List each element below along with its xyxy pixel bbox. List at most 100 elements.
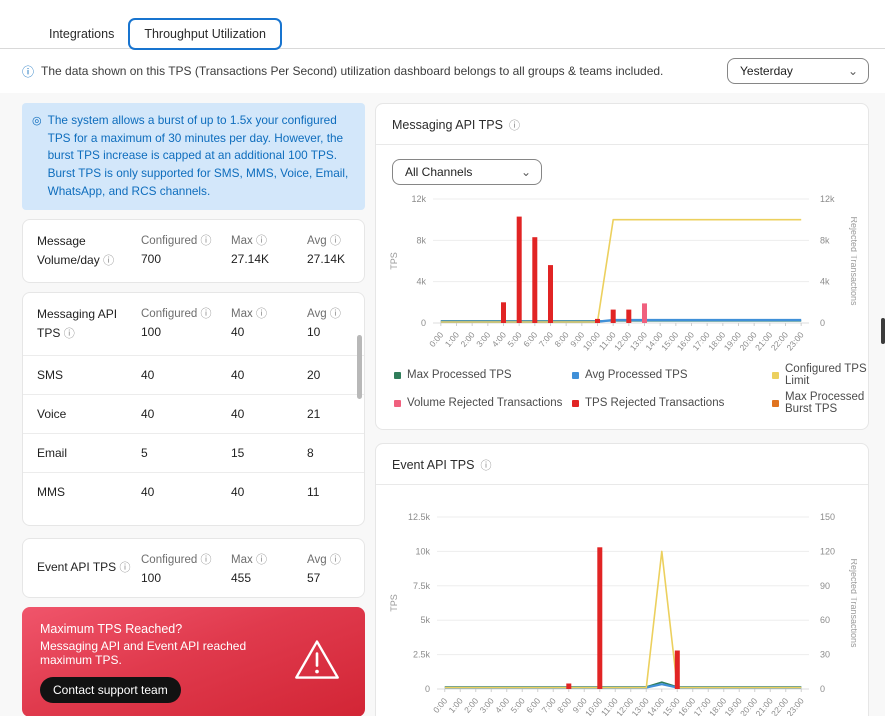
channel-row-voice: Voice 40 40 21 [23, 393, 364, 433]
svg-text:4:00: 4:00 [493, 696, 511, 715]
message-volume-card: Message Volume/day ⓘ Configured ⓘ 700 Ma… [22, 219, 365, 284]
info-icon[interactable]: ⓘ [120, 562, 131, 574]
legend-swatch-icon [772, 371, 779, 379]
chevron-down-icon: ⌄ [520, 165, 531, 179]
max-stat: Max ⓘ 40 [231, 305, 301, 343]
channel-select[interactable]: All Channels ⌄ [392, 159, 542, 185]
svg-text:5:00: 5:00 [508, 696, 526, 715]
svg-text:0: 0 [421, 318, 426, 328]
svg-text:4:00: 4:00 [490, 330, 508, 349]
info-icon: ◎ [32, 115, 42, 127]
svg-text:5k: 5k [420, 615, 430, 625]
charts-panel: Messaging API TPS ⓘ All Channels ⌄ 0 0 4k 4… [375, 103, 869, 716]
tab-throughput-utilization[interactable]: Throughput Utilization [128, 18, 282, 50]
svg-text:12.5k: 12.5k [408, 512, 431, 522]
scrollbar-thumb[interactable] [881, 318, 885, 344]
divider [376, 144, 868, 145]
channel-select-value: All Channels [405, 165, 473, 179]
svg-text:0: 0 [820, 684, 825, 694]
svg-text:0:00: 0:00 [431, 696, 449, 715]
avg-stat: Avg ⓘ 57 [307, 551, 350, 585]
channel-row-sms: SMS 40 40 20 [23, 354, 364, 394]
svg-text:10:00: 10:00 [581, 330, 603, 353]
contact-support-button[interactable]: Contact support team [40, 676, 181, 703]
svg-text:3:00: 3:00 [477, 696, 495, 715]
date-range-select[interactable]: Yesterday ⌄ [727, 58, 869, 84]
svg-text:0: 0 [820, 318, 825, 328]
legend-swatch-icon [572, 399, 579, 407]
tab-bar: Integrations Throughput Utilization [0, 18, 885, 50]
burst-note: ◎ The system allows a burst of up to 1.5… [22, 103, 365, 211]
svg-text:60: 60 [820, 615, 830, 625]
svg-text:7.5k: 7.5k [413, 581, 431, 591]
max-stat: Max ⓘ 27.14K [231, 232, 301, 270]
channel-row-mms: MMS 40 40 11 [23, 471, 364, 513]
page-header: Integrations Throughput Utilization [0, 0, 885, 50]
legend-item: Max Processed Burst TPS [772, 391, 868, 415]
info-icon[interactable]: ⓘ [103, 255, 114, 267]
event-tps-chart: 0 0 2.5k 30 5k 60 7.5k 90 10k 120 12.5k 150 0:001:00… [389, 512, 857, 716]
max-value: 455 [231, 570, 252, 585]
info-icon[interactable]: ⓘ [509, 117, 520, 133]
legend-item: TPS Rejected Transactions [572, 391, 772, 415]
info-icon[interactable]: ⓘ [256, 235, 267, 247]
burst-note-text: The system allows a burst of up to 1.5x … [47, 113, 349, 198]
svg-text:150: 150 [820, 512, 835, 522]
main-content: ◎ The system allows a burst of up to 1.5… [0, 93, 885, 716]
info-icon[interactable]: ⓘ [330, 308, 341, 320]
info-icon[interactable]: ⓘ [256, 308, 267, 320]
alert-message: Messaging API and Event API reached maxi… [40, 638, 247, 667]
svg-text:4k: 4k [820, 277, 830, 287]
svg-text:6:00: 6:00 [521, 330, 539, 349]
message-volume-label: Message Volume/day ⓘ [37, 234, 115, 268]
svg-text:10k: 10k [415, 546, 430, 556]
svg-text:30: 30 [820, 650, 830, 660]
legend-item: Max Processed TPS [394, 363, 572, 387]
event-api-card: Event API TPS ⓘ Configured ⓘ 100 Max ⓘ 4… [22, 537, 365, 598]
svg-text:4k: 4k [416, 277, 426, 287]
max-stat: Max ⓘ 455 [231, 551, 301, 585]
info-icon[interactable]: ⓘ [200, 554, 211, 566]
messaging-api-card: Messaging API TPS ⓘ Configured ⓘ 100 Max… [22, 292, 365, 526]
svg-text:7:00: 7:00 [537, 330, 555, 349]
messaging-api-label: Messaging API TPS ⓘ [37, 307, 118, 340]
messaging-chart-title: Messaging API TPS ⓘ [392, 117, 520, 133]
legend-swatch-icon [394, 371, 401, 379]
messaging-chart-card: Messaging API TPS ⓘ All Channels ⌄ 0 0 4k 4… [375, 103, 869, 430]
info-icon[interactable]: ⓘ [256, 554, 267, 566]
info-icon[interactable]: ⓘ [480, 457, 491, 473]
scrollbar-thumb[interactable] [357, 335, 362, 400]
info-icon[interactable]: ⓘ [200, 308, 211, 320]
messaging-chart-legend: Max Processed TPS Avg Processed TPS Config… [394, 363, 868, 415]
svg-text:5:00: 5:00 [505, 330, 523, 349]
alert-title: Maximum TPS Reached? [40, 621, 183, 636]
svg-text:23:00: 23:00 [784, 696, 806, 716]
info-icon[interactable]: ⓘ [330, 235, 341, 247]
info-icon[interactable]: ⓘ [200, 235, 211, 247]
stats-sidebar: ◎ The system allows a burst of up to 1.5… [22, 103, 365, 716]
configured-value: 100 [141, 570, 162, 585]
info-icon[interactable]: ⓘ [22, 63, 34, 80]
configured-stat: Configured ⓘ 700 [141, 232, 225, 270]
tab-integrations[interactable]: Integrations [35, 20, 128, 48]
svg-text:6:00: 6:00 [524, 696, 542, 715]
legend-item: Configured TPS Limit [772, 363, 868, 387]
svg-text:1:00: 1:00 [443, 330, 461, 349]
svg-text:1:00: 1:00 [446, 696, 464, 715]
info-icon[interactable]: ⓘ [330, 554, 341, 566]
svg-text:23:00: 23:00 [784, 330, 806, 353]
configured-value: 700 [141, 252, 162, 267]
info-banner: ⓘ The data shown on this TPS (Transactio… [0, 49, 885, 93]
legend-swatch-icon [394, 399, 401, 407]
chevron-down-icon: ⌄ [847, 64, 858, 78]
svg-text:TPS: TPS [389, 252, 399, 270]
svg-text:TPS: TPS [389, 594, 399, 612]
avg-value: 27.14K [307, 252, 346, 267]
svg-text:3:00: 3:00 [474, 330, 492, 349]
svg-text:8k: 8k [820, 235, 830, 245]
legend-item: Volume Rejected Transactions [394, 391, 572, 415]
messaging-tps-chart: 0 0 4k 4k 8k 8k 12k 12k 0:001:002:003:004:005:00… [389, 194, 857, 353]
info-icon[interactable]: ⓘ [64, 328, 75, 340]
configured-stat: Configured ⓘ 100 [141, 305, 225, 343]
avg-value: 57 [307, 570, 321, 585]
